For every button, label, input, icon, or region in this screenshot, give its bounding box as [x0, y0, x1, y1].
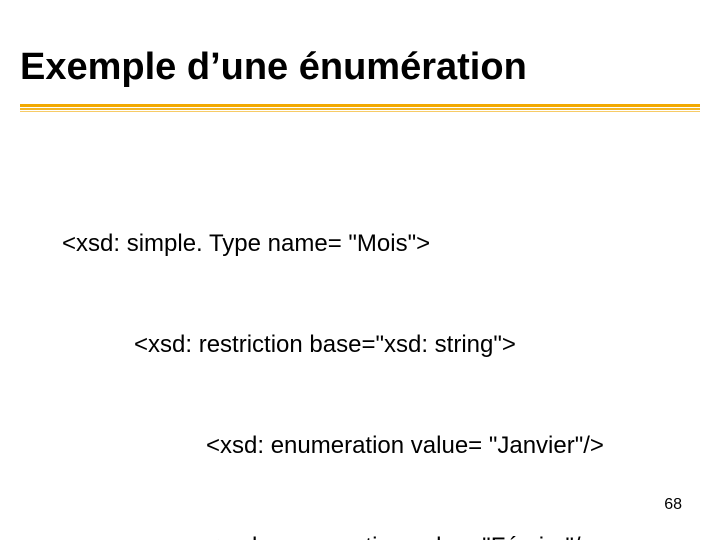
page-number: 68: [664, 496, 682, 514]
code-line: <xsd: restriction base="xsd: string">: [62, 328, 604, 362]
title-underline: [20, 104, 700, 114]
code-line: <xsd: enumeration value="Février"/>: [62, 530, 604, 540]
code-line: <xsd: simple. Type name= "Mois">: [62, 227, 604, 261]
code-line: <xsd: enumeration value= "Janvier"/>: [62, 429, 604, 463]
slide-title: Exemple d’une énumération: [20, 46, 527, 89]
code-block: <xsd: simple. Type name= "Mois"> <xsd: r…: [62, 160, 604, 540]
